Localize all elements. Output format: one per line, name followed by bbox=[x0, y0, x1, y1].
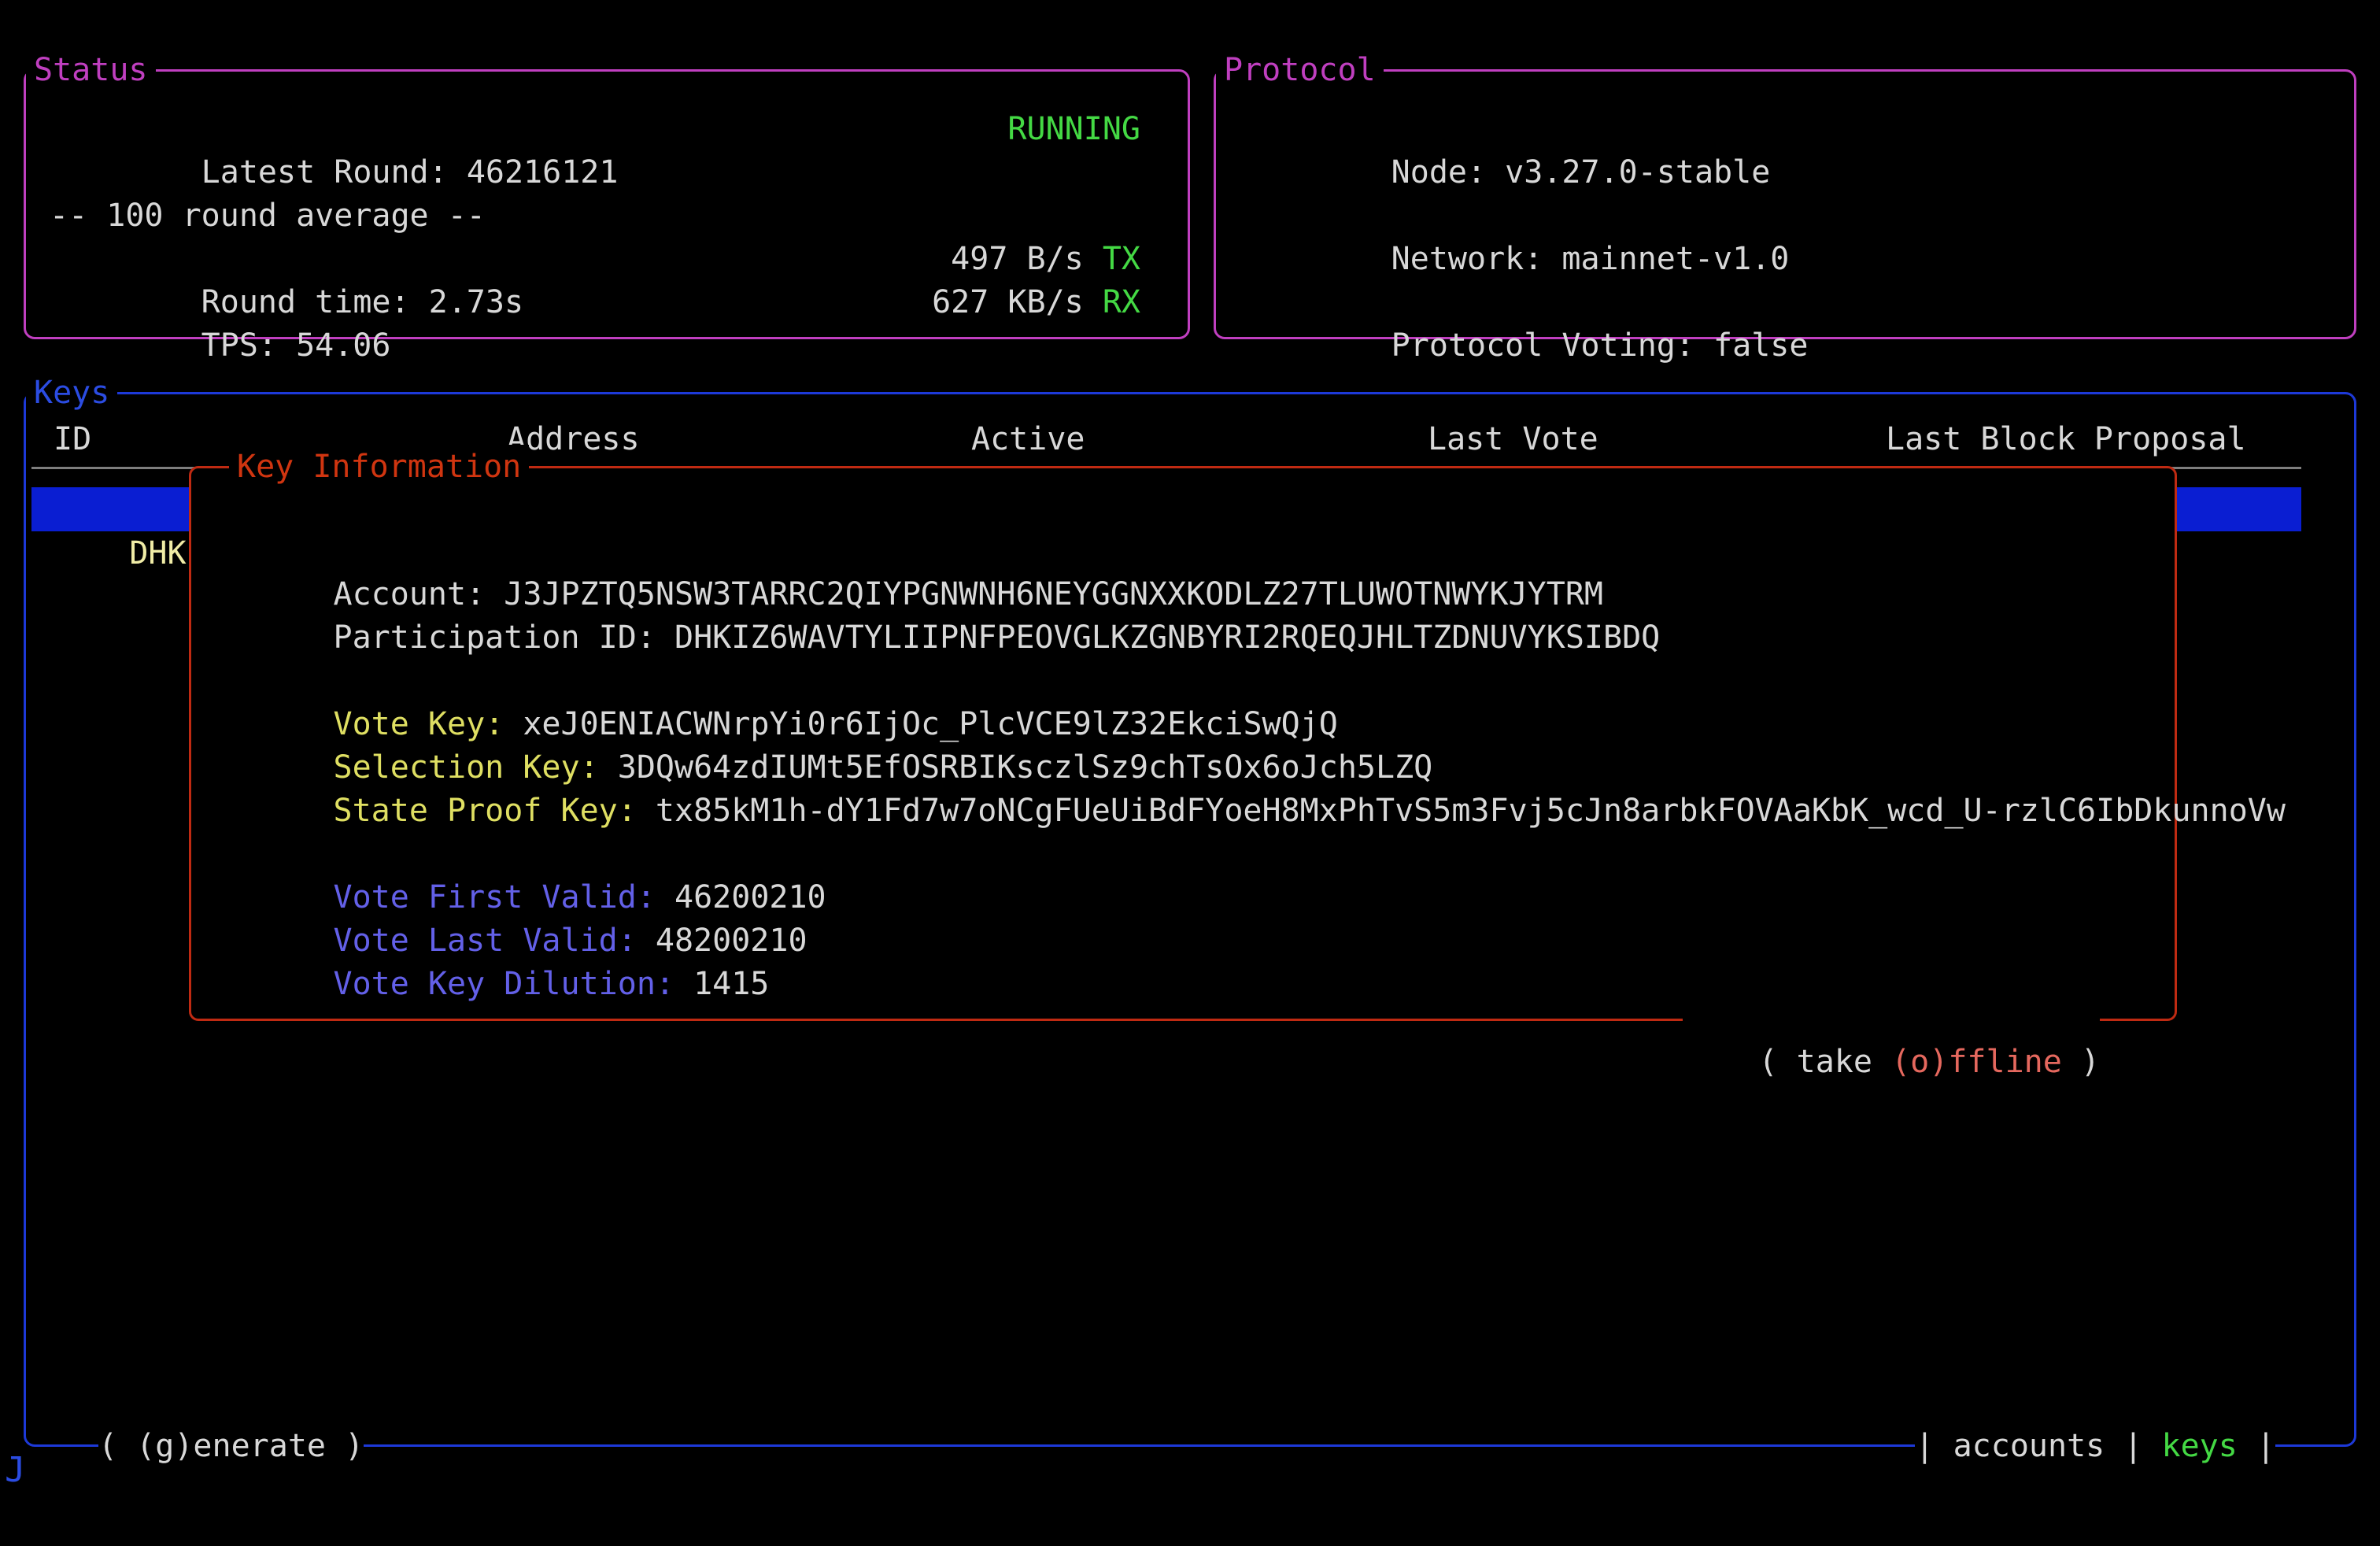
keys-panel-title: Keys bbox=[26, 371, 117, 415]
vote-first-valid-row: Vote First Valid:46200210 bbox=[220, 833, 2159, 876]
tab-separator: | bbox=[1915, 1424, 1934, 1468]
stray-corner-glyph: J bbox=[5, 1453, 26, 1488]
key-information-modal: Key Information Account:J3JPZTQ5NSW3TARR… bbox=[189, 466, 2177, 1021]
column-header-last-vote: Last Vote bbox=[1428, 418, 1598, 461]
tab-separator: | bbox=[2123, 1424, 2142, 1468]
participation-id-label: Participation ID: bbox=[334, 620, 656, 656]
take-offline-hotkey: (o)ffline bbox=[1891, 1044, 2062, 1080]
vote-last-valid-value: 48200210 bbox=[656, 923, 808, 959]
vote-first-valid-label: Vote First Valid: bbox=[334, 879, 656, 915]
node-version-label: Node: bbox=[1391, 154, 1486, 190]
selection-key-value: 3DQw64zdIUMt5EfOSRBIKsczlSz9chTsOx6oJch5… bbox=[618, 749, 1433, 786]
vote-key-row: Vote Key:xeJ0ENIACWNrpYi0r6IjOc_PlcVCE9l… bbox=[220, 660, 2159, 703]
column-header-last-block-proposal: Last Block Proposal bbox=[1886, 418, 2246, 461]
round-time-row: Round time:2.73s 497 B/s TX bbox=[26, 238, 1188, 281]
protocol-voting-value: false bbox=[1713, 327, 1808, 364]
tps-value: 54.06 bbox=[296, 327, 390, 364]
tps-row: TPS:54.06 627 KB/s RX bbox=[26, 281, 1188, 324]
vote-first-valid-value: 46200210 bbox=[674, 879, 826, 915]
vote-key-dilution-label: Vote Key Dilution: bbox=[334, 966, 674, 1002]
network-value: mainnet-v1.0 bbox=[1561, 241, 1789, 277]
account-row: Account:J3JPZTQ5NSW3TARRC2QIYPGNWNH6NEYG… bbox=[220, 530, 2159, 573]
account-value: J3JPZTQ5NSW3TARRC2QIYPGNWNH6NEYGGNXXKODL… bbox=[504, 576, 1603, 612]
round-time-value: 2.73s bbox=[429, 284, 523, 320]
tx-rate-value: 497 B/s bbox=[951, 238, 1084, 281]
node-version-row: Node:v3.27.0-stable bbox=[1216, 108, 2354, 151]
vote-key-label: Vote Key: bbox=[334, 706, 504, 742]
status-panel-title: Status bbox=[26, 48, 156, 92]
account-label: Account: bbox=[334, 576, 486, 612]
take-offline-button[interactable]: ( take (o)ffline ) bbox=[1683, 997, 2100, 1041]
take-offline-prefix: ( take bbox=[1759, 1044, 1892, 1080]
latest-round-label: Latest Round: bbox=[201, 154, 448, 190]
selection-key-label: Selection Key: bbox=[334, 749, 599, 786]
protocol-voting-row: Protocol Voting:false bbox=[1216, 281, 2354, 324]
vote-key-value: xeJ0ENIACWNrpYi0r6IjOc_PlcVCE9lZ32EkciSw… bbox=[523, 706, 1338, 742]
node-running-status: RUNNING bbox=[1007, 108, 1140, 151]
tab-separator: | bbox=[2256, 1424, 2275, 1468]
take-offline-suffix: ) bbox=[2062, 1044, 2100, 1080]
node-version-value: v3.27.0-stable bbox=[1505, 154, 1770, 190]
protocol-panel-title: Protocol bbox=[1216, 48, 1384, 92]
status-panel: Status Latest Round:46216121 RUNNING -- … bbox=[24, 69, 1190, 339]
state-proof-key-value: tx85kM1h-dY1Fd7w7oNCgFUeUiBdFYoeH8MxPhTv… bbox=[656, 793, 2286, 829]
protocol-panel: Protocol Node:v3.27.0-stable Network:mai… bbox=[1214, 69, 2356, 339]
vote-key-dilution-value: 1415 bbox=[693, 966, 769, 1002]
generate-button[interactable]: ( (g)enerate ) bbox=[98, 1424, 364, 1468]
tab-keys[interactable]: keys bbox=[2162, 1424, 2238, 1468]
latest-round-value: 46216121 bbox=[467, 154, 619, 190]
latest-round-row: Latest Round:46216121 RUNNING bbox=[26, 108, 1188, 151]
round-average-header: -- 100 round average -- bbox=[26, 194, 1188, 238]
rx-label: RX bbox=[1103, 281, 1140, 324]
round-average-text: -- 100 round average -- bbox=[50, 194, 486, 238]
tab-accounts[interactable]: accounts bbox=[1953, 1424, 2105, 1468]
tps-label: TPS: bbox=[201, 327, 277, 364]
participation-id-value: DHKIZ6WAVTYLIIPNFPEOVGLKZGNBYRI2RQEQJHLT… bbox=[674, 620, 1660, 656]
key-information-title: Key Information bbox=[229, 445, 529, 489]
column-header-active: Active bbox=[971, 418, 1085, 461]
protocol-voting-label: Protocol Voting: bbox=[1391, 327, 1694, 364]
view-tabs: | accounts | keys | bbox=[1915, 1424, 2275, 1468]
state-proof-key-label: State Proof Key: bbox=[334, 793, 637, 829]
network-label: Network: bbox=[1391, 241, 1543, 277]
tx-label: TX bbox=[1103, 238, 1140, 281]
network-row: Network:mainnet-v1.0 bbox=[1216, 194, 2354, 238]
vote-last-valid-label: Vote Last Valid: bbox=[334, 923, 637, 959]
column-header-id: ID bbox=[54, 418, 91, 461]
rx-rate-value: 627 KB/s bbox=[932, 281, 1084, 324]
